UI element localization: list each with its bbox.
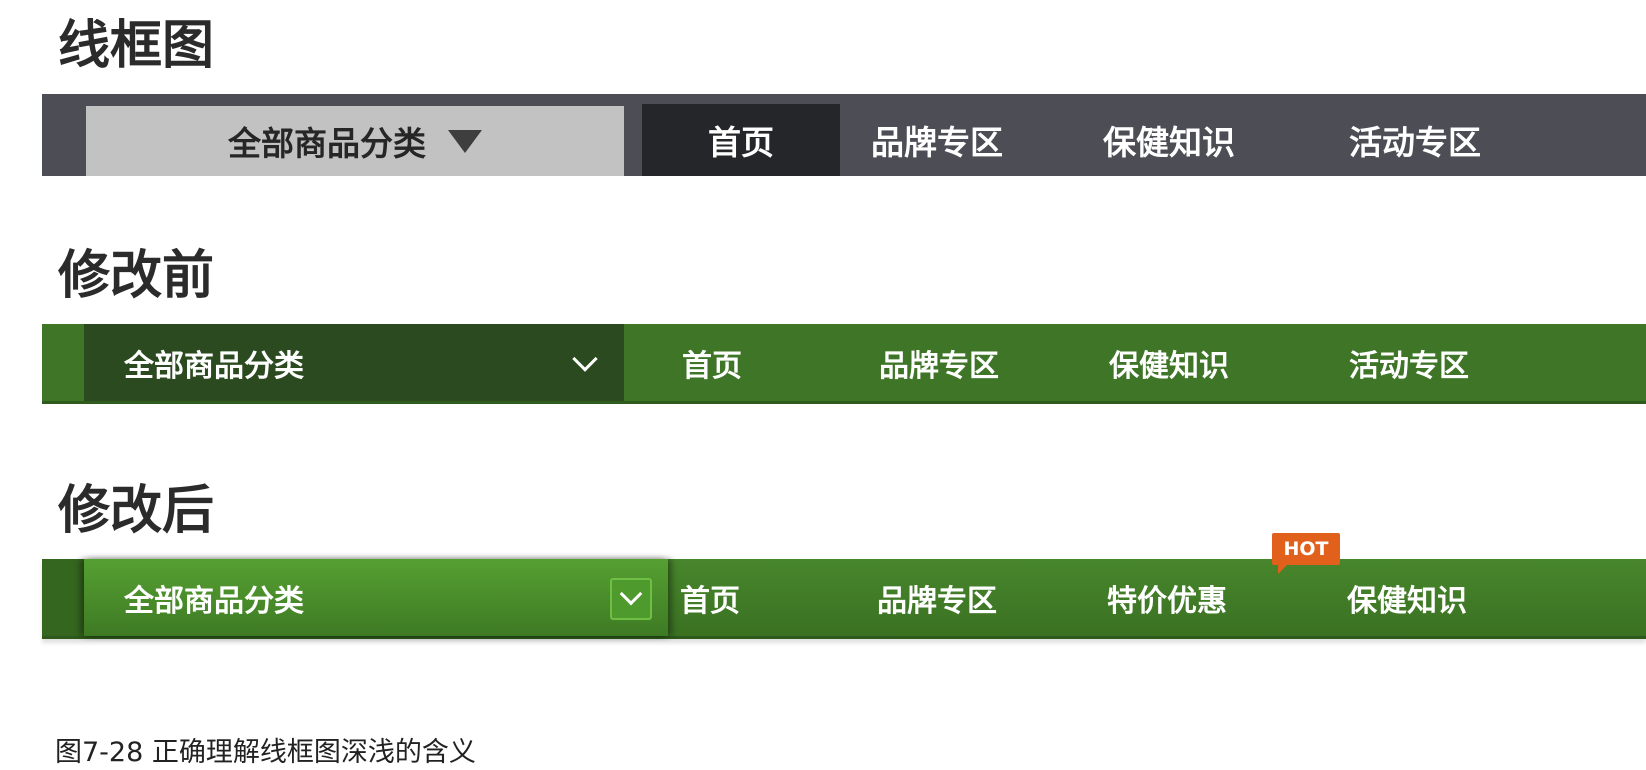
before-nav-health[interactable]: 保健知识 xyxy=(1072,324,1266,401)
wireframe-nav-brand[interactable]: 品牌专区 xyxy=(840,104,1034,176)
before-category-dropdown[interactable]: 全部商品分类 xyxy=(84,324,624,401)
after-nav-home[interactable]: 首页 xyxy=(630,559,790,636)
before-nav-home[interactable]: 首页 xyxy=(632,324,792,401)
after-nav-brand[interactable]: 品牌专区 xyxy=(840,559,1034,636)
wireframe-nav-activity[interactable]: 活动专区 xyxy=(1318,104,1512,176)
after-nav-health[interactable]: 保健知识 xyxy=(1310,559,1504,636)
chevron-down-icon xyxy=(572,346,598,372)
hot-badge: HOT xyxy=(1272,533,1340,574)
before-nav-bar: 全部商品分类 首页 品牌专区 保健知识 活动专区 xyxy=(42,324,1646,404)
figure-page: 线框图 全部商品分类 首页 品牌专区 保健知识 活动专区 修改前 全部商品分类 … xyxy=(0,0,1646,770)
wireframe-category-dropdown[interactable]: 全部商品分类 xyxy=(86,106,624,176)
before-category-label: 全部商品分类 xyxy=(124,348,304,384)
triangle-down-icon xyxy=(448,129,482,153)
after-bar-left-edge xyxy=(42,559,84,636)
before-nav-activity[interactable]: 活动专区 xyxy=(1312,324,1506,401)
wireframe-nav-home[interactable]: 首页 xyxy=(642,104,840,176)
after-category-dropdown[interactable]: 全部商品分类 xyxy=(84,559,668,636)
after-nav-specials[interactable]: 特价优惠 xyxy=(1070,559,1264,636)
after-title: 修改后 xyxy=(58,481,215,541)
wireframe-title: 线框图 xyxy=(58,16,215,76)
after-category-label: 全部商品分类 xyxy=(124,583,304,619)
wireframe-category-label: 全部商品分类 xyxy=(228,124,426,163)
wireframe-nav-bar: 全部商品分类 首页 品牌专区 保健知识 活动专区 xyxy=(42,94,1646,176)
figure-caption: 图7-28 正确理解线框图深浅的含义 xyxy=(55,737,476,768)
before-title: 修改前 xyxy=(58,246,215,306)
before-nav-brand[interactable]: 品牌专区 xyxy=(842,324,1036,401)
after-nav-bar: 全部商品分类 首页 品牌专区 特价优惠 保健知识 xyxy=(42,559,1646,639)
wireframe-nav-health[interactable]: 保健知识 xyxy=(1072,104,1266,176)
